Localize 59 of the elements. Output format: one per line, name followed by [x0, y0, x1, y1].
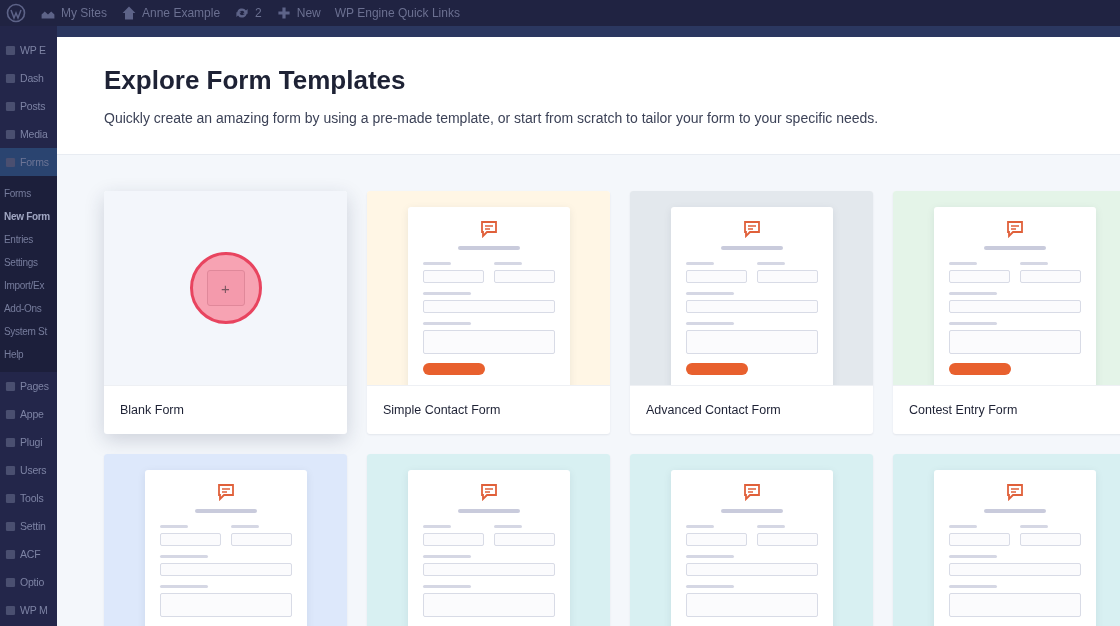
template-card[interactable]: + Blank Form [104, 191, 347, 434]
square-icon [4, 463, 17, 477]
sidebar-menu-item[interactable]: WP M [0, 596, 57, 624]
square-icon [4, 99, 17, 113]
submenu-item[interactable]: New Form [0, 205, 57, 228]
square-icon [4, 519, 17, 533]
submenu-item[interactable]: Forms [0, 182, 57, 205]
sidebar-menu-item[interactable]: Tools [0, 484, 57, 512]
template-card[interactable] [104, 454, 347, 626]
modal-description: Quickly create an amazing form by using a pre-made template, or start from scratch to tailor your form to your specific needs. [104, 110, 880, 126]
refresh-icon [234, 5, 251, 21]
square-icon [4, 43, 17, 57]
template-card[interactable] [367, 454, 610, 626]
submenu-item[interactable]: System St [0, 320, 57, 343]
admin-bar-link[interactable]: Anne Example [121, 5, 221, 21]
template-card[interactable] [630, 454, 873, 626]
template-title: Contest Entry Form [909, 403, 1018, 417]
admin-bar-link[interactable]: 2 [234, 5, 262, 21]
square-icon [4, 71, 17, 85]
sidebar-menu-item[interactable]: Media [0, 120, 57, 148]
square-icon [4, 435, 17, 449]
sidebar-menu-item[interactable]: Users [0, 456, 57, 484]
template-title: Simple Contact Form [383, 403, 501, 417]
modal-title: Explore Form Templates [104, 65, 407, 96]
submenu-item[interactable]: Import/Ex [0, 274, 57, 297]
template-card[interactable]: Simple Contact Form [367, 191, 610, 434]
sidebar-menu-item[interactable]: Posts [0, 92, 57, 120]
submenu-item[interactable]: Entries [0, 228, 57, 251]
submenu-item[interactable]: Add-Ons [0, 297, 57, 320]
square-icon [4, 491, 17, 505]
sidebar-menu-item[interactable]: Forms [0, 148, 57, 176]
square-icon [4, 603, 17, 617]
sidebar-menu-item[interactable]: Optio [0, 568, 57, 596]
template-card[interactable]: Contest Entry Form [893, 191, 1120, 434]
square-icon [4, 547, 17, 561]
admin-bar-link[interactable]: New [275, 5, 321, 21]
sidebar-menu-item[interactable]: Settin [0, 512, 57, 540]
sidebar-menu-item[interactable]: Pages [0, 372, 57, 400]
sidebar-menu-item[interactable]: ACF [0, 540, 57, 568]
square-icon [4, 575, 17, 589]
plus-icon [275, 5, 292, 21]
square-icon [4, 379, 17, 393]
template-card[interactable]: Advanced Contact Form [630, 191, 873, 434]
admin-bar-link[interactable]: My Sites [40, 5, 107, 21]
square-icon [4, 155, 17, 169]
template-title: Advanced Contact Form [646, 403, 781, 417]
square-icon [4, 127, 17, 141]
square-icon [4, 407, 17, 421]
wordpress-logo-icon [6, 3, 26, 23]
sidebar-menu-item[interactable]: Dash [0, 64, 57, 92]
admin-bar-link[interactable]: WP Engine Quick Links [334, 6, 460, 20]
submenu-item[interactable]: Help [0, 343, 57, 366]
sidebar-menu-item[interactable]: Appe [0, 400, 57, 428]
submenu-item[interactable]: Settings [0, 251, 57, 274]
home-icon [121, 5, 137, 21]
sidebar-menu-item[interactable]: WP E [0, 36, 57, 64]
template-title: Blank Form [120, 403, 184, 417]
sidebar-menu-item[interactable]: Plugi [0, 428, 57, 456]
add-button[interactable]: + [206, 270, 245, 306]
